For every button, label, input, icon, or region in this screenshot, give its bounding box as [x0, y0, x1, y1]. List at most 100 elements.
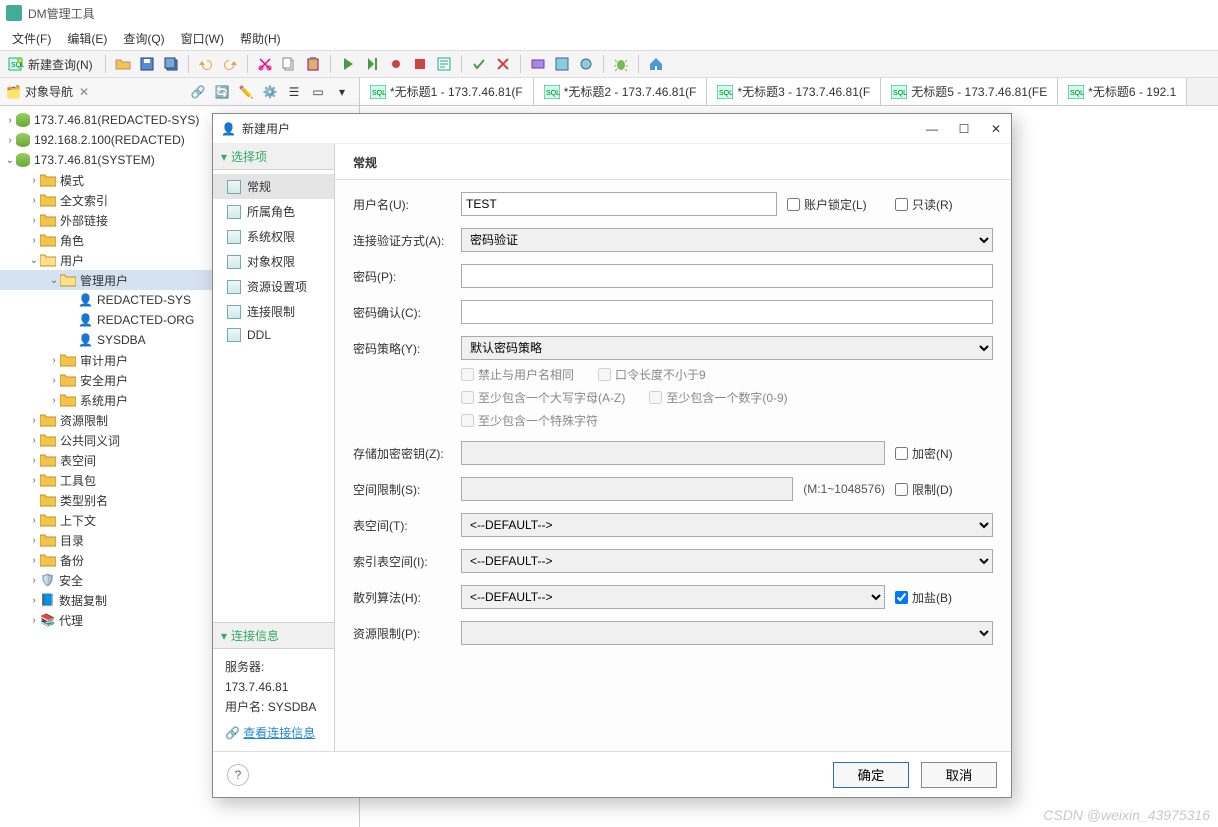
home-icon[interactable]: [645, 53, 667, 75]
saveall-icon[interactable]: [160, 53, 182, 75]
view-conn-link[interactable]: 查看连接信息: [243, 723, 315, 743]
copy-icon[interactable]: [278, 53, 300, 75]
section-conninfo-header[interactable]: ▾连接信息: [213, 622, 334, 649]
policy-select[interactable]: 默认密码策略: [461, 336, 993, 360]
nav-close-x[interactable]: ✕: [79, 85, 89, 99]
tool3-icon[interactable]: [575, 53, 597, 75]
commit-icon[interactable]: [468, 53, 490, 75]
undo-icon[interactable]: [195, 53, 217, 75]
password-confirm-input[interactable]: [461, 300, 993, 324]
spacelimit-hint: (M:1~1048576): [803, 482, 885, 496]
bug-icon[interactable]: [610, 53, 632, 75]
cancel-button[interactable]: 取消: [921, 762, 997, 788]
sql-icon: SQL: [544, 85, 560, 99]
nav-filter-icon[interactable]: ☰: [283, 81, 305, 103]
authmode-select[interactable]: 密码验证: [461, 228, 993, 252]
app-icon: [6, 5, 22, 21]
run-step-icon[interactable]: [361, 53, 383, 75]
paste-icon[interactable]: [302, 53, 324, 75]
layers-icon: [40, 613, 59, 627]
salt-checkbox[interactable]: [895, 591, 908, 604]
minimize-icon[interactable]: —: [925, 122, 939, 136]
open-icon[interactable]: [112, 53, 134, 75]
book-icon: [40, 593, 59, 607]
dialog-form-panel: 常规 用户名(U): 账户锁定(L) 只读(R) 连接验证方式(A): 密码验证…: [335, 144, 1011, 751]
new-query-button[interactable]: SQL+ 新建查询(N): [6, 53, 99, 75]
password-input[interactable]: [461, 264, 993, 288]
form-heading: 常规: [335, 144, 1011, 180]
dialog-title: 新建用户: [242, 120, 290, 137]
tool1-icon[interactable]: [527, 53, 549, 75]
hash-label: 散列算法(H):: [353, 589, 451, 606]
encrypt-checkbox[interactable]: [895, 447, 908, 460]
indexts-select[interactable]: <--DEFAULT-->: [461, 549, 993, 573]
app-title: DM管理工具: [28, 5, 95, 22]
opt-sysperm[interactable]: 系统权限: [213, 224, 334, 249]
tab-2[interactable]: SQL*无标题2 - 173.7.46.81(F: [534, 78, 708, 105]
nav-header: 🗂️ 对象导航 ✕ 🔗 🔄 ✏️ ⚙️ ☰ ▭ ▾: [0, 78, 359, 106]
section-options-header[interactable]: ▾选择项: [213, 144, 334, 170]
menu-query[interactable]: 查询(Q): [115, 27, 172, 50]
readonly-checkbox[interactable]: [895, 198, 908, 211]
help-button[interactable]: ?: [227, 764, 249, 786]
run-icon[interactable]: [337, 53, 359, 75]
username-input[interactable]: [461, 192, 777, 216]
nav-menu-icon[interactable]: ▾: [331, 81, 353, 103]
limit-checkbox[interactable]: [895, 483, 908, 496]
tablespace-label: 表空间(T):: [353, 517, 451, 534]
dialog-titlebar[interactable]: 👤 新建用户 — ☐ ✕: [213, 114, 1011, 144]
close-icon[interactable]: ✕: [989, 122, 1003, 136]
shield-icon: [40, 573, 59, 587]
page-icon: [227, 230, 241, 244]
opt-objperm[interactable]: 对象权限: [213, 249, 334, 274]
debug-icon[interactable]: [385, 53, 407, 75]
dialog-sidebar: ▾选择项 常规 所属角色 系统权限 对象权限 资源设置项 连接限制 DDL ▾连…: [213, 144, 335, 751]
tab-3[interactable]: SQL*无标题3 - 173.7.46.81(F: [707, 78, 881, 105]
svg-text:SQL: SQL: [719, 90, 733, 97]
page-icon: [227, 205, 241, 219]
tablespace-select[interactable]: <--DEFAULT-->: [461, 513, 993, 537]
opt-resource[interactable]: 资源设置项: [213, 274, 334, 299]
maximize-icon[interactable]: ☐: [957, 122, 971, 136]
reslimit-select[interactable]: [461, 621, 993, 645]
tab-5[interactable]: SQL无标题5 - 173.7.46.81(FE: [881, 78, 1058, 105]
ok-button[interactable]: 确定: [833, 762, 909, 788]
opt-connlimit[interactable]: 连接限制: [213, 299, 334, 324]
menu-edit[interactable]: 编辑(E): [59, 27, 115, 50]
indexts-label: 索引表空间(I):: [353, 553, 451, 570]
conn-server-label: 服务器:: [225, 660, 264, 674]
nav-edit-icon[interactable]: ✏️: [235, 81, 257, 103]
redo-icon[interactable]: [219, 53, 241, 75]
menu-help[interactable]: 帮助(H): [232, 27, 289, 50]
tab-6[interactable]: SQL*无标题6 - 192.1: [1058, 78, 1187, 105]
encrypt-label: 加密(N): [912, 445, 953, 462]
folder-icon: [40, 533, 56, 547]
nav-link-icon[interactable]: 🔗: [187, 81, 209, 103]
save-icon[interactable]: [136, 53, 158, 75]
menu-file[interactable]: 文件(F): [4, 27, 59, 50]
explain-icon[interactable]: [433, 53, 455, 75]
user-icon: [78, 313, 97, 327]
password-label: 密码(P):: [353, 268, 451, 285]
user-icon: 👤: [221, 122, 236, 136]
nav-refresh-icon[interactable]: 🔄: [211, 81, 233, 103]
nav-minimize-icon[interactable]: ▭: [307, 81, 329, 103]
rollback-icon[interactable]: [492, 53, 514, 75]
folder-icon: [60, 373, 76, 387]
opt-ddl[interactable]: DDL: [213, 324, 334, 346]
tool2-icon[interactable]: [551, 53, 573, 75]
opt-general[interactable]: 常规: [213, 174, 334, 199]
tab-1[interactable]: SQL*无标题1 - 173.7.46.81(F: [360, 78, 534, 105]
cut-icon[interactable]: [254, 53, 276, 75]
opt-roles[interactable]: 所属角色: [213, 199, 334, 224]
hash-select[interactable]: <--DEFAULT-->: [461, 585, 885, 609]
lock-checkbox[interactable]: [787, 198, 800, 211]
conn-server-value: 173.7.46.81: [225, 680, 288, 694]
folder-open-icon: [40, 253, 56, 267]
svg-text:SQL: SQL: [1070, 90, 1084, 97]
sql-icon: SQL: [717, 85, 733, 99]
nav-config-icon[interactable]: ⚙️: [259, 81, 281, 103]
menu-window[interactable]: 窗口(W): [173, 27, 232, 50]
policy-opt-a: [461, 368, 474, 381]
stop-icon[interactable]: [409, 53, 431, 75]
